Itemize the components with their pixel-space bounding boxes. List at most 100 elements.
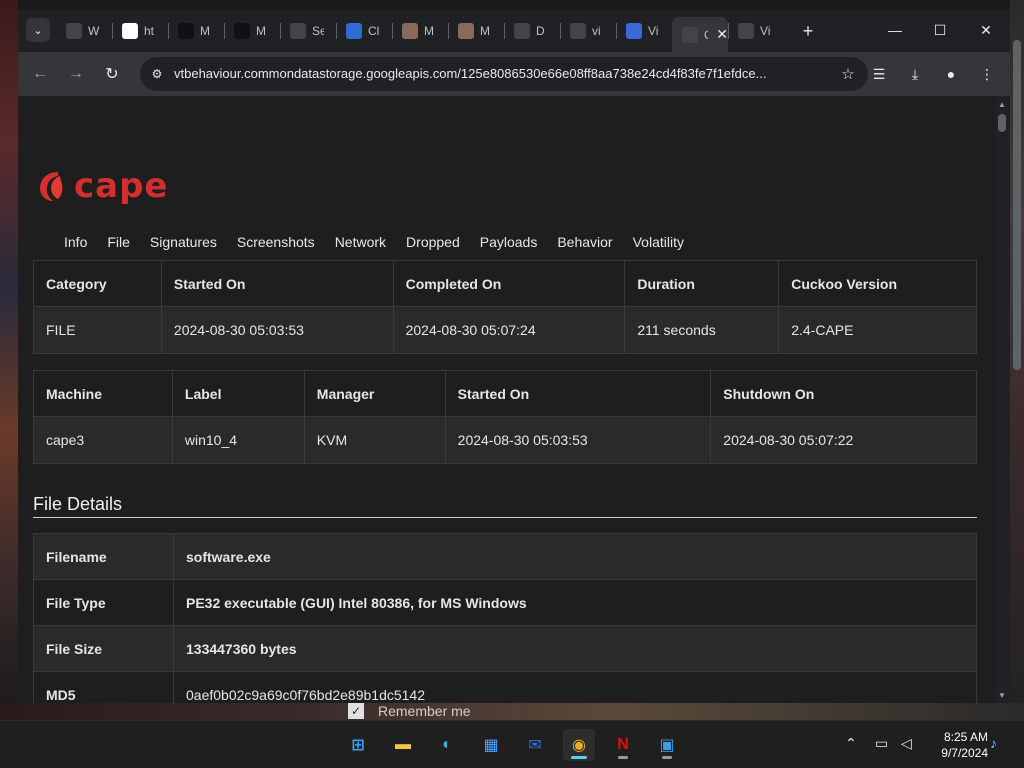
tab-label: vi (592, 24, 601, 38)
tab[interactable]: Vi (616, 17, 672, 45)
scroll-thumb[interactable] (998, 114, 1006, 132)
nav-dropped[interactable]: Dropped (406, 234, 460, 250)
page-viewport: cape Info File Signatures Screenshots Networ… (18, 96, 994, 703)
running-indicator (662, 756, 672, 759)
taskbar: ⊞ ▬ ◐ ▦ ✉ ◉ N ▣ ⌃ ▭ ◁ 8:25 AM 9/7/2024 ♪ (0, 720, 1024, 768)
netflix-icon: N (617, 736, 629, 753)
page-scrollbar[interactable]: ▲ ▼ (994, 96, 1010, 703)
tab[interactable]: W (56, 17, 112, 45)
running-indicator (571, 756, 587, 759)
table-cell: 2024-08-30 05:07:22 (710, 416, 977, 464)
menu-icon[interactable]: ⋮ (975, 62, 999, 86)
table-cell: win10_4 (171, 416, 305, 464)
nav-file[interactable]: File (107, 234, 130, 250)
outer-scrollbar[interactable] (1010, 30, 1024, 720)
new-tab-button[interactable]: + (796, 19, 820, 43)
nav-info[interactable]: Info (64, 234, 87, 250)
cloud-icon (346, 23, 362, 39)
tab-close-icon[interactable]: ✕ (716, 26, 728, 43)
cape-logo-text: cape (74, 166, 169, 206)
taskbar-app[interactable]: ▦ (475, 729, 507, 761)
url-text[interactable]: vtbehaviour.commondatastorage.googleapis… (174, 66, 814, 81)
tab-label: M (480, 24, 490, 38)
taskbar-app[interactable]: N (607, 729, 639, 761)
remember-me-overlay[interactable]: ✓ Remember me (348, 702, 471, 720)
reading-list-icon[interactable]: ☰ (867, 62, 891, 86)
scroll-up-icon[interactable]: ▲ (994, 96, 1010, 112)
minimize-icon: — (888, 22, 902, 38)
loading-icon (570, 23, 586, 39)
site-info-icon[interactable]: ⚙ (148, 65, 166, 83)
taskbar-app[interactable]: ▣ (651, 729, 683, 761)
notification-bell-icon[interactable]: ♪ (990, 735, 997, 751)
nav-behavior[interactable]: Behavior (557, 234, 612, 250)
detail-key: Filename (33, 533, 174, 580)
download-icon[interactable]: ⤓ (903, 62, 927, 86)
taskbar-app[interactable]: ◐ (431, 729, 463, 761)
machine-table: Machine Label Manager Started On Shutdown On… (33, 370, 977, 464)
tab[interactable]: D (504, 17, 560, 45)
bookmark-star-icon[interactable]: ☆ (838, 64, 858, 84)
network-icon[interactable]: ▭ (875, 735, 888, 752)
taskbar-app[interactable]: ▬ (387, 729, 419, 761)
tab-active[interactable]: Cl ✕ (672, 17, 728, 52)
tab-label: Vi (760, 24, 771, 38)
back-button[interactable]: ← (26, 60, 54, 88)
nav-payloads[interactable]: Payloads (480, 234, 538, 250)
nav-volatility[interactable]: Volatility (633, 234, 684, 250)
nav-signatures[interactable]: Signatures (150, 234, 217, 250)
tab-search-button[interactable]: ⌄ (26, 18, 50, 42)
desktop: ⌄ Wht M M Se Cl M M Dvi Vi Cl ✕ Vi + — ☐ ✕ ← → ↻ ⚙ … (0, 0, 1024, 768)
nav-screenshots[interactable]: Screenshots (237, 234, 315, 250)
maximize-button[interactable]: ☐ (925, 18, 955, 42)
wallpaper-left (0, 0, 18, 720)
file-details-table: Filename software.exe File Type PE32 execut… (33, 533, 977, 703)
table-cell: 2.4-CAPE (778, 306, 977, 354)
column-header: Completed On (392, 260, 626, 307)
address-bar[interactable]: ⚙ vtbehaviour.commondatastorage.googleap… (140, 57, 868, 91)
cape-logo[interactable]: cape (38, 166, 169, 206)
scroll-down-icon[interactable]: ▼ (994, 687, 1010, 703)
close-window-button[interactable]: ✕ (971, 18, 1001, 42)
volume-muted-icon[interactable]: ◁ (901, 735, 912, 752)
plus-icon: + (802, 20, 814, 41)
table-cell: 2024-08-30 05:07:24 (392, 306, 626, 354)
tab-label: D (536, 24, 545, 38)
taskbar-app[interactable]: ⊞ (342, 729, 374, 761)
tab-label: W (88, 24, 100, 38)
column-header: Machine (33, 370, 173, 417)
taskbar-app[interactable]: ✉ (519, 729, 551, 761)
tab[interactable]: Cl (336, 17, 392, 45)
table-cell: FILE (33, 306, 162, 354)
table-cell: 2024-08-30 05:03:53 (160, 306, 394, 354)
tab[interactable]: vi (560, 17, 616, 45)
malware-icon (178, 23, 194, 39)
cape-logo-icon (40, 172, 63, 201)
tab[interactable]: M (168, 17, 224, 45)
minimize-button[interactable]: — (880, 18, 910, 42)
tab[interactable]: ht (112, 17, 168, 45)
tab[interactable]: M (448, 17, 504, 45)
table-cell: 2024-08-30 05:03:53 (444, 416, 712, 464)
column-header: Started On (444, 370, 712, 417)
outer-scroll-thumb[interactable] (1013, 40, 1021, 370)
avatar-icon (458, 23, 474, 39)
arrow-right-icon: → (68, 65, 84, 82)
download-icon (514, 23, 530, 39)
clock[interactable]: 8:25 AM 9/7/2024 (926, 729, 988, 761)
chevron-up-icon[interactable]: ⌃ (845, 735, 857, 752)
checkbox-checked-icon[interactable]: ✓ (348, 703, 364, 719)
column-header: Cuckoo Version (778, 260, 977, 307)
tab[interactable]: M (392, 17, 448, 45)
detail-value: PE32 executable (GUI) Intel 80386, for M… (173, 579, 977, 626)
tab[interactable]: Se (280, 17, 336, 45)
taskbar-app[interactable]: ◉ (563, 729, 595, 761)
profile-icon[interactable]: ● (939, 62, 963, 86)
table-cell: 211 seconds (624, 306, 780, 354)
column-header: Category (33, 260, 162, 307)
nav-network[interactable]: Network (335, 234, 386, 250)
tab[interactable]: Vi (728, 17, 784, 45)
tab[interactable]: M (224, 17, 280, 45)
reload-button[interactable]: ↻ (98, 60, 126, 88)
forward-button[interactable]: → (62, 60, 90, 88)
